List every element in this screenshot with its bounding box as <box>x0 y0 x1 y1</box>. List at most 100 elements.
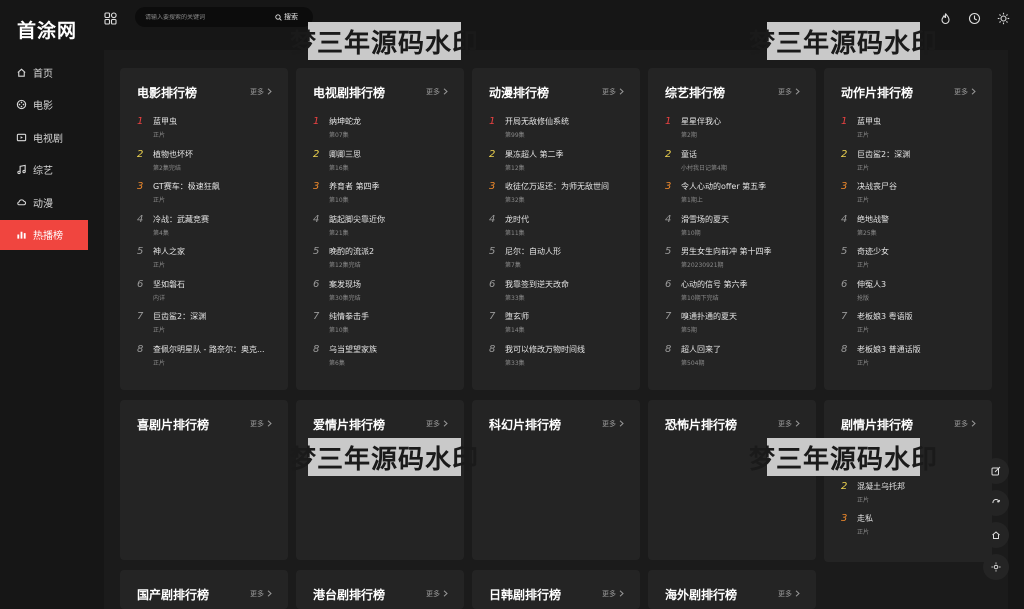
more-link[interactable]: 更多 <box>250 87 272 97</box>
rank-item[interactable]: 4 滑雪场的夏天 第10期 <box>665 214 806 247</box>
rank-item[interactable]: 7 老板娘3 粤语版 正片 <box>841 311 982 344</box>
more-link[interactable]: 更多 <box>602 87 624 97</box>
site-logo[interactable]: 首涂网 <box>17 16 77 43</box>
rank-item[interactable]: 8 乌当望望家族 第6集 <box>313 344 454 377</box>
rank-board-title[interactable]: 港台剧排行榜 <box>313 586 385 603</box>
rank-board-title[interactable]: 电视剧排行榜 <box>313 84 385 101</box>
rank-item[interactable]: 3 决战丧尸谷 正片 <box>841 181 982 214</box>
more-link[interactable]: 更多 <box>778 87 800 97</box>
more-link[interactable]: 更多 <box>778 419 800 429</box>
feedback-button[interactable] <box>983 458 1009 484</box>
search-input[interactable] <box>135 13 275 21</box>
more-link[interactable]: 更多 <box>426 589 448 599</box>
rank-item[interactable]: 6 伸冤人3 抢版 <box>841 279 982 312</box>
rank-board-title[interactable]: 电影排行榜 <box>137 84 197 101</box>
rank-item[interactable]: 8 查佩尔明星队 - 路奈尔：奥克... 正片 <box>137 344 278 377</box>
rank-board-title[interactable]: 科幻片排行榜 <box>489 416 561 433</box>
watermark-top-left: 梦三年源码水印 <box>290 22 478 60</box>
rank-item[interactable]: 5 晚酌的流派2 第12集完结 <box>313 246 454 279</box>
rank-item[interactable]: 2 卿卿三思 第16集 <box>313 149 454 182</box>
more-link[interactable]: 更多 <box>602 419 624 429</box>
rank-item[interactable]: 7 巨齿鲨2：深渊 正片 <box>137 311 278 344</box>
rank-board-title[interactable]: 国产剧排行榜 <box>137 586 209 603</box>
rank-item[interactable]: 6 案发现场 第30集完结 <box>313 279 454 312</box>
more-link[interactable]: 更多 <box>426 87 448 97</box>
rank-item[interactable]: 3 走私 正片 <box>841 513 982 546</box>
nav-item-tv[interactable]: 电视剧 <box>0 122 88 152</box>
rank-item[interactable]: 2 混凝土乌托邦 正片 <box>841 481 982 514</box>
rank-board-title[interactable]: 剧情片排行榜 <box>841 416 913 433</box>
rank-board-title[interactable]: 动作片排行榜 <box>841 84 913 101</box>
more-link[interactable]: 更多 <box>954 87 976 97</box>
rank-board-title[interactable]: 海外剧排行榜 <box>665 586 737 603</box>
rank-item[interactable]: 2 果冻超人 第二季 第12集 <box>489 149 630 182</box>
rank-item[interactable]: 3 令人心动的offer 第五季 第1期上 <box>665 181 806 214</box>
rank-board-title[interactable]: 日韩剧排行榜 <box>489 586 561 603</box>
tv-icon <box>15 131 27 143</box>
rank-board-title[interactable]: 动漫排行榜 <box>489 84 549 101</box>
rank-item-status: 正片 <box>153 327 166 334</box>
nav-item-home[interactable]: 首页 <box>0 57 88 87</box>
rank-number: 2 <box>137 148 144 160</box>
rank-number: 7 <box>137 311 144 322</box>
rank-item[interactable]: 7 纯情拳击手 第10集 <box>313 311 454 344</box>
rank-item-status: 第11集 <box>505 229 525 237</box>
rank-item[interactable]: 6 坚如磐石 内详 <box>137 279 278 312</box>
more-link[interactable]: 更多 <box>250 589 272 599</box>
rank-item[interactable]: 1 蓝甲虫 正片 <box>137 116 278 149</box>
home-button[interactable] <box>983 522 1009 548</box>
rank-item[interactable]: 5 尼尔：自动人形 第7集 <box>489 246 630 279</box>
rank-item-status: 第2集完结 <box>153 164 181 172</box>
rank-item[interactable]: 8 我可以修改万物时间线 第33集 <box>489 344 630 377</box>
rank-item[interactable]: 5 神人之家 正片 <box>137 246 278 279</box>
chevron-right-icon <box>616 87 624 97</box>
nav-item-variety[interactable]: 综艺 <box>0 155 88 185</box>
rank-item-status: 第1期上 <box>681 197 703 204</box>
search-button[interactable]: 搜索 <box>275 12 298 22</box>
rank-item[interactable]: 2 巨齿鲨2：深渊 正片 <box>841 149 982 182</box>
rank-item[interactable]: 1 星星伴我心 第2期 <box>665 116 806 149</box>
theme-toggle-button[interactable] <box>983 554 1009 580</box>
rank-item[interactable]: 1 开局无敌修仙系统 第99集 <box>489 116 630 149</box>
chevron-right-icon <box>792 589 800 599</box>
rank-item[interactable]: 8 老板娘3 普通话版 正片 <box>841 344 982 377</box>
theme-sun-icon[interactable] <box>997 10 1010 25</box>
rank-item[interactable]: 4 龙时代 第11集 <box>489 214 630 247</box>
rank-item[interactable]: 7 嗅通扑通的夏天 第5期 <box>665 311 806 344</box>
rank-item[interactable]: 6 心动的信号 第六季 第10期下完结 <box>665 279 806 312</box>
rank-item[interactable]: 4 踮起脚尖靠近你 第21集 <box>313 214 454 247</box>
rank-item[interactable]: 3 收徒亿万返还：为师无敌世间 第32集 <box>489 181 630 214</box>
rank-item-title: 我可以修改万物时间线 <box>505 344 585 354</box>
rank-item[interactable]: 4 冷战：武藏竞赛 第4集 <box>137 214 278 247</box>
history-clock-icon[interactable] <box>968 10 981 25</box>
rank-item[interactable]: 3 GT赛车：极速狂飙 正片 <box>137 181 278 214</box>
rank-item[interactable]: 5 男生女生向前冲 第十四季 第20230921期 <box>665 246 806 279</box>
rank-board-title[interactable]: 恐怖片排行榜 <box>665 416 737 433</box>
nav-item-anime[interactable]: 动漫 <box>0 187 88 217</box>
rank-board-title[interactable]: 喜剧片排行榜 <box>137 416 209 433</box>
rank-item[interactable]: 2 植物也坏坏 第2集完结 <box>137 149 278 182</box>
rank-item[interactable]: 8 超人回来了 第504期 <box>665 344 806 377</box>
rank-board-title[interactable]: 综艺排行榜 <box>665 84 725 101</box>
rank-item[interactable]: 1 蓝甲虫 正片 <box>841 116 982 149</box>
more-link[interactable]: 更多 <box>602 589 624 599</box>
more-link[interactable]: 更多 <box>778 589 800 599</box>
more-link[interactable]: 更多 <box>426 419 448 429</box>
refresh-button[interactable] <box>983 490 1009 516</box>
rank-board-title[interactable]: 爱情片排行榜 <box>313 416 385 433</box>
more-link[interactable]: 更多 <box>954 419 976 429</box>
rank-item[interactable]: 3 养育者 第四季 第10集 <box>313 181 454 214</box>
apps-grid-icon[interactable] <box>104 10 117 25</box>
nav-item-movie[interactable]: 电影 <box>0 90 88 120</box>
chevron-right-icon <box>792 419 800 429</box>
rank-item[interactable]: 1 纳坤蛇龙 第07集 <box>313 116 454 149</box>
rank-item-status: 第32集 <box>505 197 525 204</box>
rank-item[interactable]: 7 堕玄师 第14集 <box>489 311 630 344</box>
nav-item-hot-rank[interactable]: 热播榜 <box>0 219 88 250</box>
rank-item[interactable]: 4 绝地战警 第25集 <box>841 214 982 247</box>
rank-item[interactable]: 5 奇迹少女 正片 <box>841 246 982 279</box>
hot-fire-icon[interactable] <box>939 10 952 25</box>
rank-item[interactable]: 6 我靠签到逆天改命 第33集 <box>489 279 630 312</box>
more-link[interactable]: 更多 <box>250 419 272 429</box>
rank-item[interactable]: 2 童话 小村我日记第4期 <box>665 149 806 182</box>
